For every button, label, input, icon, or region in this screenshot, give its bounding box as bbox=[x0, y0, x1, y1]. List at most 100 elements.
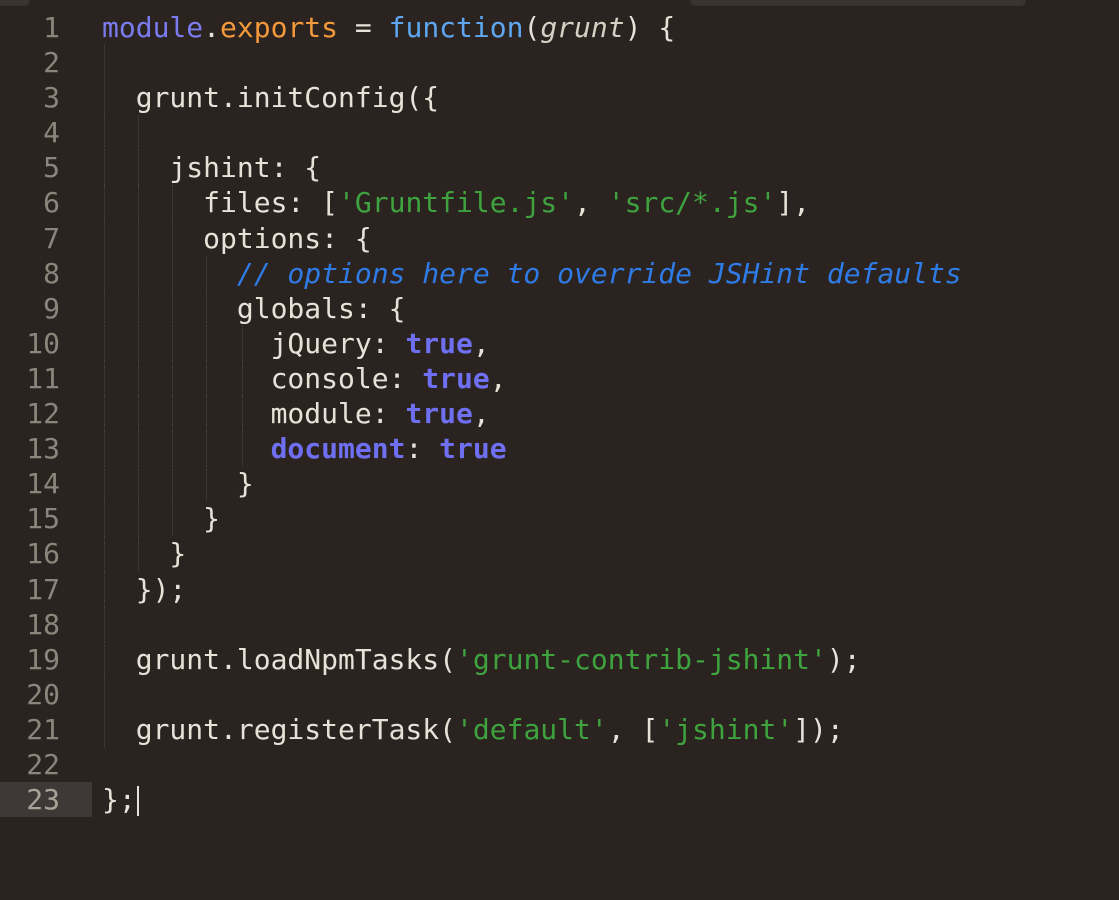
code-text: globals: { bbox=[102, 291, 406, 325]
indent-guide bbox=[172, 185, 173, 221]
code-text: , bbox=[472, 397, 490, 431]
line-number: 12 bbox=[26, 397, 60, 431]
indent-guide bbox=[104, 641, 105, 677]
indent-guide bbox=[138, 431, 139, 467]
code-line-19[interactable]: grunt.loadNpmTasks('grunt-contrib-jshint… bbox=[102, 641, 1119, 677]
code-line-1[interactable]: module.exports = function(grunt) { bbox=[102, 10, 1119, 45]
indent-guide bbox=[172, 220, 173, 256]
indent-guide bbox=[172, 396, 173, 432]
code-line-6[interactable]: files: ['Gruntfile.js', 'src/*.js'], bbox=[102, 185, 1119, 221]
line-number: 2 bbox=[43, 46, 60, 80]
comment: // options here to override JSHint defau… bbox=[236, 256, 962, 290]
code-line-5[interactable]: jshint: { bbox=[102, 150, 1119, 186]
code-text: } bbox=[102, 502, 221, 536]
code-line-13[interactable]: document: true bbox=[102, 431, 1119, 467]
token-dot: . bbox=[203, 11, 221, 44]
indent-guide bbox=[104, 80, 105, 116]
indent-guide bbox=[242, 396, 243, 432]
code-text: , bbox=[472, 326, 490, 360]
code-line-21[interactable]: grunt.registerTask('default', ['jshint']… bbox=[102, 711, 1119, 747]
indent-guide bbox=[104, 360, 105, 397]
code-line-10[interactable]: jQuery: true, bbox=[102, 325, 1119, 361]
line-number: 20 bbox=[26, 677, 60, 711]
indent-guide bbox=[104, 431, 105, 467]
code-line-23[interactable]: }; bbox=[102, 782, 1119, 817]
token-brace: ) { bbox=[624, 11, 676, 44]
line-number: 13 bbox=[26, 432, 60, 466]
code-line-18[interactable] bbox=[102, 606, 1119, 642]
code-line-8[interactable]: // options here to override JSHint defau… bbox=[102, 255, 1119, 291]
code-text: console: bbox=[102, 361, 423, 395]
indent-guide bbox=[172, 431, 173, 467]
code-editor[interactable]: 1 2 3 4 5 6 7 8 9 10 11 12 13 14 15 16 1… bbox=[0, 0, 1119, 900]
indent-guide bbox=[172, 466, 173, 502]
string-literal: 'jshint' bbox=[658, 712, 794, 746]
line-number: 1 bbox=[43, 11, 60, 44]
code-line-17[interactable]: }); bbox=[102, 571, 1119, 607]
token-exports: exports bbox=[220, 11, 339, 44]
string-literal: 'src/*.js' bbox=[607, 186, 777, 220]
token-assign: = bbox=[338, 11, 389, 44]
indent-guide bbox=[138, 150, 139, 186]
indent-guide bbox=[172, 501, 173, 537]
code-line-3[interactable]: grunt.initConfig({ bbox=[102, 80, 1119, 116]
indent-guide bbox=[104, 396, 105, 432]
code-text: ]); bbox=[793, 712, 844, 746]
code-text: } bbox=[102, 467, 254, 501]
code-line-12[interactable]: module: true, bbox=[102, 396, 1119, 432]
indent-guide bbox=[138, 290, 139, 326]
code-text: ); bbox=[826, 642, 861, 676]
code-text: jQuery: bbox=[102, 326, 406, 360]
indent-guide bbox=[104, 711, 105, 747]
code-line-11[interactable]: console: true, bbox=[102, 360, 1119, 397]
line-number: 15 bbox=[26, 502, 60, 536]
code-text: grunt.loadNpmTasks( bbox=[102, 642, 457, 676]
code-line-22[interactable] bbox=[102, 747, 1119, 782]
code-text: jshint: { bbox=[102, 151, 322, 185]
boolean-literal: true bbox=[405, 326, 473, 360]
code-text: , bbox=[489, 361, 507, 395]
indent-guide bbox=[138, 220, 139, 256]
indent-guide bbox=[206, 290, 207, 326]
indent-guide bbox=[138, 396, 139, 432]
code-line-16[interactable]: } bbox=[102, 536, 1119, 572]
indent-guide bbox=[104, 255, 105, 291]
code-line-4[interactable] bbox=[102, 115, 1119, 151]
tab-left[interactable] bbox=[0, 0, 30, 6]
indent-guide bbox=[206, 396, 207, 432]
code-line-20[interactable] bbox=[102, 676, 1119, 712]
indent-guide bbox=[138, 501, 139, 537]
code-line-14[interactable]: } bbox=[102, 466, 1119, 502]
line-number: 8 bbox=[43, 256, 60, 290]
code-line-7[interactable]: options: { bbox=[102, 220, 1119, 256]
indent-guide bbox=[242, 360, 243, 397]
line-number: 11 bbox=[26, 361, 60, 395]
indent-guide bbox=[104, 220, 105, 256]
line-number: 17 bbox=[26, 572, 60, 606]
line-number: 10 bbox=[26, 326, 60, 360]
indent-guide bbox=[138, 536, 139, 572]
code-line-15[interactable]: } bbox=[102, 501, 1119, 537]
indent-guide bbox=[172, 290, 173, 326]
indent-guide bbox=[138, 115, 139, 151]
indent-guide bbox=[138, 255, 139, 291]
code-line-9[interactable]: globals: { bbox=[102, 290, 1119, 326]
line-number: 18 bbox=[26, 607, 60, 641]
indent-guide bbox=[104, 466, 105, 502]
line-number: 7 bbox=[43, 221, 60, 255]
code-line-2[interactable] bbox=[102, 45, 1119, 81]
token-paren: ( bbox=[523, 11, 541, 44]
line-number: 22 bbox=[26, 747, 60, 781]
code-text: : bbox=[405, 432, 440, 466]
text-cursor bbox=[136, 786, 139, 817]
tab-right[interactable] bbox=[690, 0, 1026, 6]
indent-guide bbox=[104, 115, 105, 151]
line-number: 9 bbox=[43, 291, 60, 325]
code-area[interactable]: module.exports = function(grunt) { grunt… bbox=[102, 10, 1119, 817]
indent-guide bbox=[206, 466, 207, 502]
indent-guide bbox=[104, 45, 105, 81]
token-document: document bbox=[270, 432, 406, 466]
indent-guide bbox=[104, 676, 105, 712]
